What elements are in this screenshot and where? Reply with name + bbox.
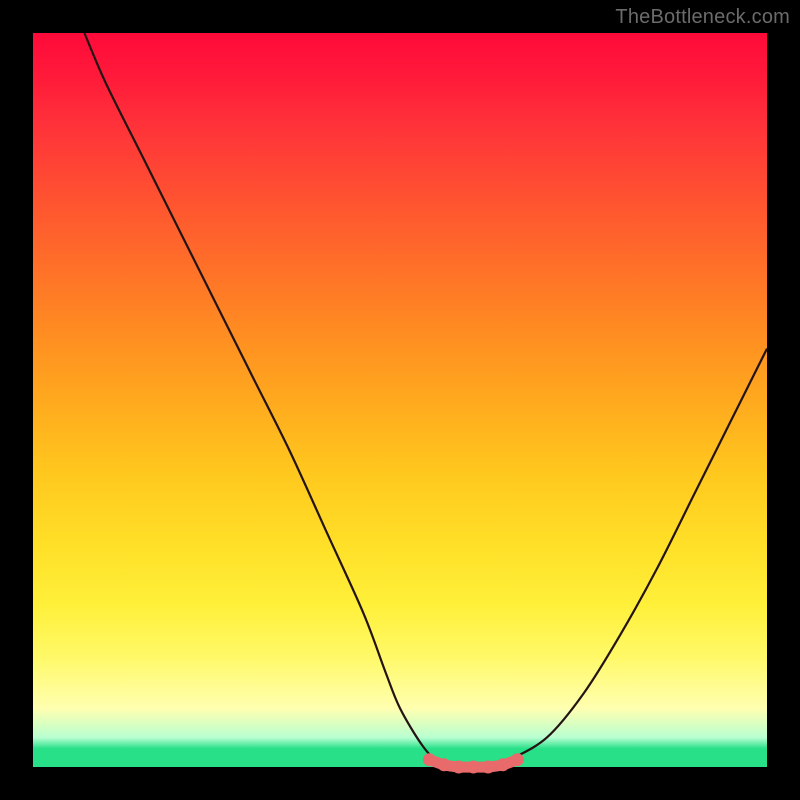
plot-area [33, 33, 767, 767]
flat-bottom-dot [467, 761, 480, 774]
flat-bottom-dot [423, 753, 436, 766]
chart-frame: TheBottleneck.com [0, 0, 800, 800]
curve-path-group [84, 33, 767, 768]
flat-bottom-dot [438, 758, 451, 771]
flat-bottom-dot [482, 761, 495, 774]
bottleneck-curve-svg [33, 33, 767, 767]
flat-bottom-dots [423, 753, 524, 773]
watermark-text: TheBottleneck.com [615, 6, 790, 29]
flat-bottom-dot [452, 761, 465, 774]
flat-bottom-dot [496, 758, 509, 771]
bottleneck-curve-path [84, 33, 767, 768]
flat-bottom-dot [511, 753, 524, 766]
